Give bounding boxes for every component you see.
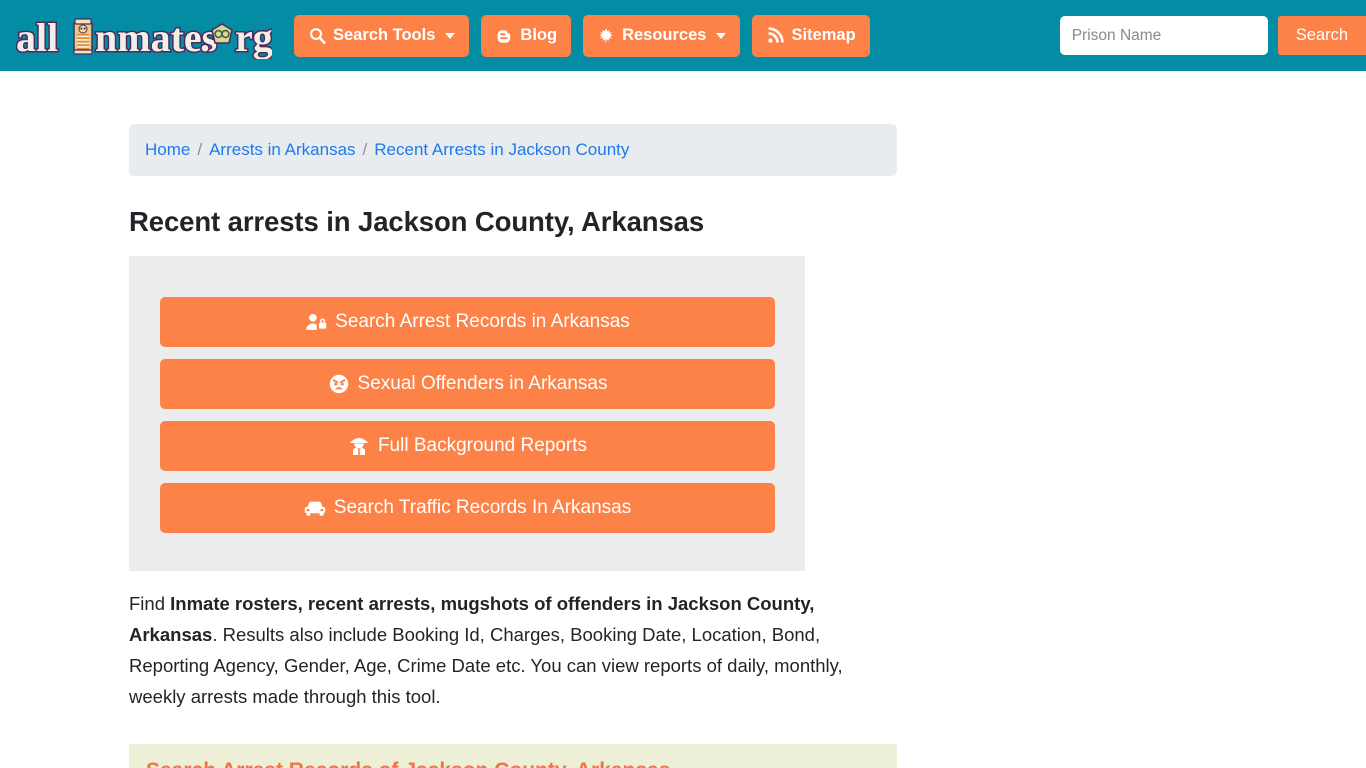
nav-item-search-tools[interactable]: Search Tools (294, 14, 470, 57)
button-label: Search Arrest Records in Arkansas (335, 311, 630, 332)
angry-face-icon (328, 373, 350, 395)
search-input[interactable] (1059, 16, 1268, 55)
main-navigation: Search Tools Blog Resources Sitemap (294, 14, 870, 57)
logo-graphic: all nmates . rg (15, 13, 273, 59)
breadcrumb-item-arrests-in-arkansas[interactable]: Arrests in Arkansas (209, 140, 355, 160)
svg-text:nmates: nmates (95, 15, 217, 59)
sexual-offenders-button[interactable]: Sexual Offenders in Arkansas (160, 359, 775, 409)
page-description: Find Inmate rosters, recent arrests, mug… (129, 588, 881, 712)
nav-item-label: Blog (520, 26, 558, 45)
rss-icon (766, 27, 784, 45)
nav-item-sitemap[interactable]: Sitemap (752, 14, 870, 57)
content-container: Home / Arrests in Arkansas / Recent Arre… (129, 124, 897, 768)
nav-item-label: Sitemap (791, 26, 856, 45)
blogger-icon (495, 27, 513, 45)
button-label: Search Traffic Records In Arkansas (333, 497, 632, 518)
nav-item-resources[interactable]: Resources (583, 14, 741, 57)
breadcrumb-item-recent-arrests-jackson-county[interactable]: Recent Arrests in Jackson County (374, 140, 629, 160)
svg-text:all: all (16, 15, 58, 59)
svg-text:rg: rg (235, 15, 272, 59)
user-lock-icon (305, 311, 327, 333)
search-icon (308, 27, 326, 45)
chevron-down-icon (716, 32, 727, 39)
car-icon (304, 497, 326, 519)
nav-item-label: Resources (622, 26, 707, 45)
search-arrest-records-button[interactable]: Search Arrest Records in Arkansas (160, 297, 775, 347)
description-rest: . Results also include Booking Id, Charg… (129, 624, 843, 707)
site-header: all nmates . rg Search Tools Blog Resour… (0, 0, 1366, 71)
section-heading-search-arrest-records: Search Arrest Records of Jackson County,… (129, 744, 897, 768)
button-label: Full Background Reports (377, 435, 588, 456)
nav-item-label: Search Tools (333, 26, 436, 45)
site-logo[interactable]: all nmates . rg (14, 13, 273, 59)
leaf-icon (597, 27, 615, 45)
breadcrumb-separator: / (362, 140, 368, 159)
description-lead: Find (129, 593, 171, 614)
chevron-down-icon (445, 32, 456, 39)
breadcrumb-item-home[interactable]: Home (145, 140, 190, 160)
nav-item-blog[interactable]: Blog (481, 14, 572, 57)
user-secret-icon (348, 435, 370, 457)
svg-text:.: . (200, 15, 210, 59)
page-body: Home / Arrests in Arkansas / Recent Arre… (0, 71, 1366, 768)
breadcrumb-separator: / (197, 140, 203, 159)
search-traffic-records-button[interactable]: Search Traffic Records In Arkansas (160, 483, 775, 533)
button-label: Sexual Offenders in Arkansas (357, 373, 608, 394)
page-title: Recent arrests in Jackson County, Arkans… (129, 206, 705, 237)
action-buttons-panel: Search Arrest Records in Arkansas Sexual… (129, 256, 805, 571)
search-submit-button[interactable]: Search (1277, 16, 1366, 55)
breadcrumb: Home / Arrests in Arkansas / Recent Arre… (129, 124, 897, 176)
full-background-reports-button[interactable]: Full Background Reports (160, 421, 775, 471)
header-search: Search (1059, 16, 1366, 55)
